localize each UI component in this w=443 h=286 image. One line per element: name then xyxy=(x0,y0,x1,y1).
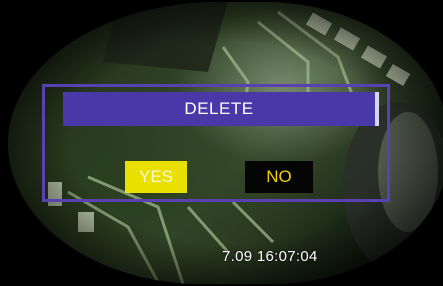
yes-button[interactable]: YES xyxy=(125,161,187,193)
no-button[interactable]: NO xyxy=(245,161,313,193)
timestamp-overlay: 7.09 16:07:04 xyxy=(222,248,318,265)
dialog-title-bar: DELETE xyxy=(63,92,379,126)
screen: DELETE YES NO 7.09 16:07:04 xyxy=(0,0,443,286)
delete-dialog: DELETE YES NO xyxy=(42,84,390,202)
dialog-title: DELETE xyxy=(184,99,254,118)
